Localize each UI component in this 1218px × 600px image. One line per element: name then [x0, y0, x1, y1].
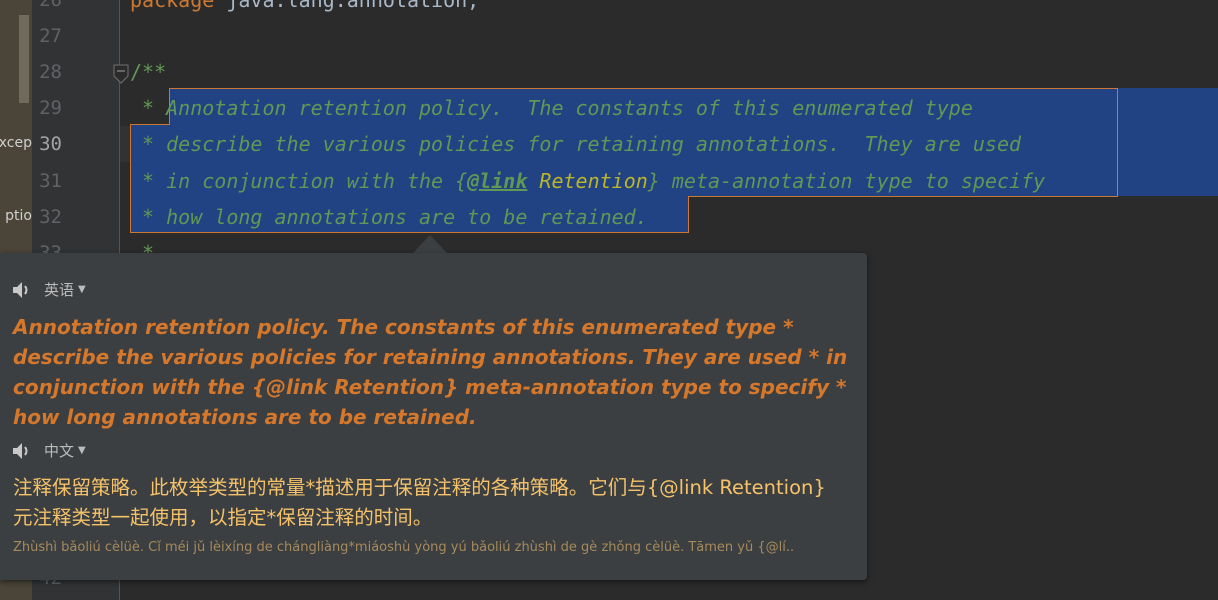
- comment-prefix: *: [130, 96, 167, 120]
- caret-down-icon[interactable]: ▼: [78, 445, 86, 456]
- package-keyword: package: [130, 0, 215, 12]
- speaker-icon[interactable]: [12, 281, 32, 299]
- code-line-29[interactable]: * Annotation retention policy. The const…: [130, 90, 973, 126]
- package-name: java.lang.annotation;: [214, 0, 480, 12]
- comment-text: * in conjunction with the {: [130, 169, 468, 193]
- project-panel-scrollbar[interactable]: [19, 15, 29, 103]
- code-line-26[interactable]: package java.lang.annotation;: [130, 0, 479, 18]
- comment-text: Annotation retention policy. The constan…: [166, 96, 973, 120]
- popup-pointer: [413, 235, 447, 253]
- line-number: 27: [39, 25, 62, 47]
- javadoc-reference[interactable]: Retention: [527, 169, 647, 193]
- fold-collapse-icon[interactable]: [113, 64, 129, 84]
- code-line-30[interactable]: * describe the various policies for reta…: [130, 126, 1021, 162]
- caret-down-icon[interactable]: ▼: [78, 284, 86, 295]
- source-language-selector[interactable]: 英语 ▼: [12, 279, 86, 300]
- code-line-31[interactable]: * in conjunction with the {@link Retenti…: [130, 163, 1045, 199]
- speaker-icon[interactable]: [12, 442, 32, 460]
- target-language-label[interactable]: 中文: [44, 440, 74, 461]
- line-number: 31: [39, 170, 62, 192]
- project-tree-item[interactable]: ptio: [5, 208, 32, 224]
- target-language-selector[interactable]: 中文 ▼: [12, 440, 86, 461]
- source-language-label[interactable]: 英语: [44, 279, 74, 300]
- javadoc-link-tag[interactable]: @link: [467, 169, 527, 193]
- translated-text: 注释保留策略。此枚举类型的常量*描述用于保留注释的各种策略。它们与{@link …: [13, 476, 826, 529]
- line-number: 29: [39, 97, 62, 119]
- project-tree-item[interactable]: xcep: [0, 135, 32, 151]
- comment-text: } meta-annotation type to specify: [647, 169, 1046, 193]
- line-number: 26: [39, 0, 62, 11]
- code-line-28[interactable]: /**: [130, 54, 166, 90]
- source-text: Annotation retention policy. The constan…: [13, 315, 848, 429]
- line-number: 32: [39, 206, 62, 228]
- line-number-current: 30: [39, 133, 62, 155]
- pinyin-text: Zhùshì bǎoliú cèlüè. Cǐ méi jǔ lèixíng d…: [13, 540, 795, 555]
- line-number: 28: [39, 61, 62, 83]
- code-line-32[interactable]: * how long annotations are to be retaine…: [130, 199, 648, 235]
